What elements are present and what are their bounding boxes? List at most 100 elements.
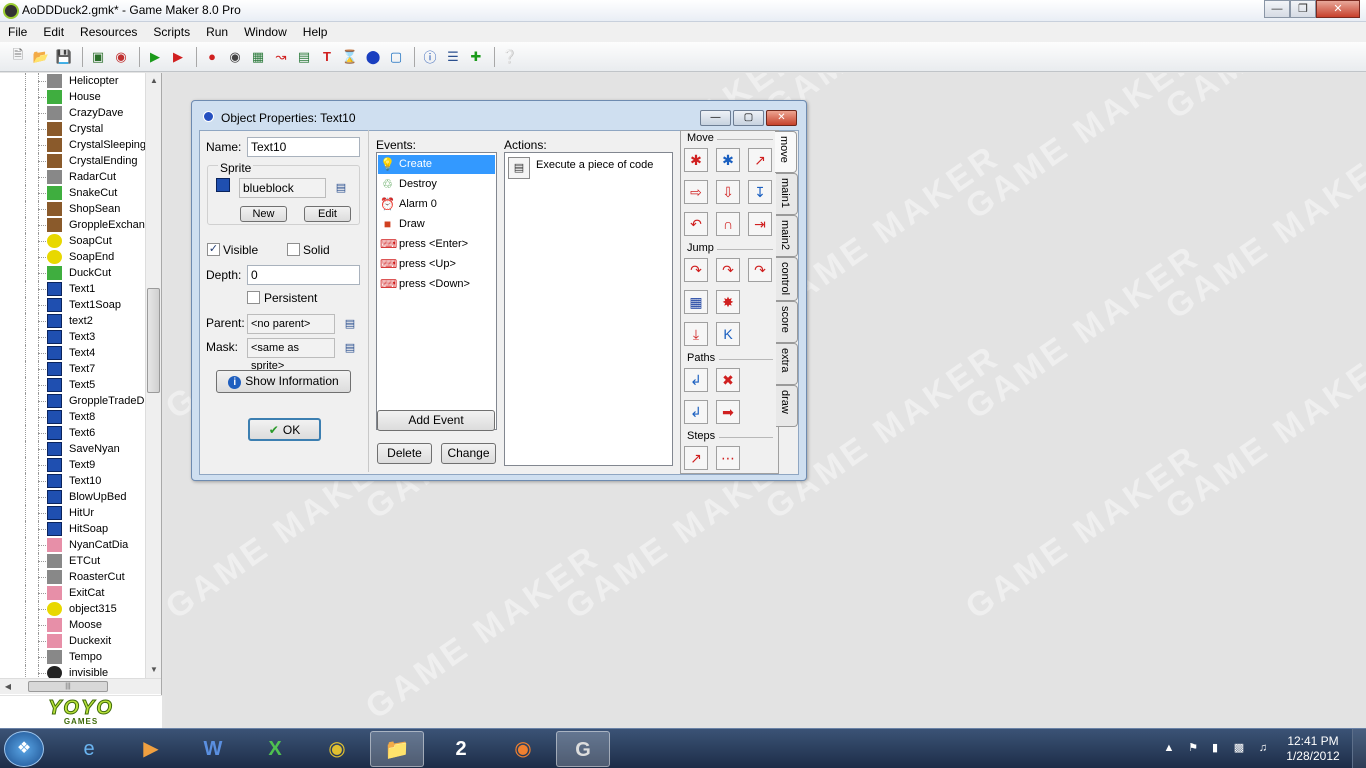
step-towards-icon[interactable]: ↗	[684, 446, 708, 470]
object-icon[interactable]: ⬤	[363, 47, 383, 67]
tree-item[interactable]: DuckCut	[0, 265, 145, 281]
tree-item[interactable]: SnakeCut	[0, 185, 145, 201]
tree-item[interactable]: Text8	[0, 409, 145, 425]
actions-list[interactable]: ▤ Execute a piece of code	[504, 152, 673, 466]
menu-scripts[interactable]: Scripts	[145, 22, 198, 42]
ok-button[interactable]: ✔ OK	[248, 418, 321, 441]
excel-icon[interactable]: X	[248, 731, 302, 767]
tree-item[interactable]: Crystal	[0, 121, 145, 137]
set-gravity-icon[interactable]: ↧	[748, 180, 772, 204]
tab-main2[interactable]: main2	[776, 215, 798, 257]
show-hidden-icons-icon[interactable]: ▲	[1162, 741, 1176, 755]
tree-scroll-thumb[interactable]	[147, 288, 160, 393]
mask-field[interactable]: <same as sprite>	[247, 338, 335, 372]
show-desktop-button[interactable]	[1352, 729, 1366, 768]
tree-item[interactable]: Text1	[0, 281, 145, 297]
help-icon[interactable]: ❔	[500, 47, 520, 67]
tree-item[interactable]: Text10	[0, 473, 145, 489]
tree-item[interactable]: text2	[0, 313, 145, 329]
tree-item[interactable]: HitSoap	[0, 521, 145, 537]
event-item[interactable]: 💡 Create	[378, 155, 495, 174]
add-event-button[interactable]: Add Event	[377, 410, 495, 431]
scroll-left-icon[interactable]: ◀	[0, 679, 16, 695]
game-maker-task-icon[interactable]: G	[556, 731, 610, 767]
sound-icon[interactable]: ◉	[225, 47, 245, 67]
tree-item[interactable]: Moose	[0, 617, 145, 633]
tree-hscroll-thumb[interactable]: |||	[28, 681, 108, 692]
background-icon[interactable]: ▦	[248, 47, 268, 67]
tree-item[interactable]: RadarCut	[0, 169, 145, 185]
tree-item[interactable]: Text4	[0, 345, 145, 361]
tree-item[interactable]: ETCut	[0, 553, 145, 569]
game-info-icon[interactable]: ⓘ	[420, 47, 440, 67]
move-free-icon[interactable]: ✱	[716, 148, 740, 172]
scroll-down-icon[interactable]: ▼	[146, 662, 161, 678]
event-item[interactable]: ■ Draw	[378, 215, 495, 234]
power-icon[interactable]: ▮	[1208, 741, 1222, 755]
edit-sprite-button[interactable]: Edit	[304, 206, 351, 222]
set-friction-icon[interactable]: ⇥	[748, 212, 772, 236]
script-icon[interactable]: ▤	[294, 47, 314, 67]
menu-run[interactable]: Run	[198, 22, 236, 42]
move-to-contact-icon[interactable]: ⤓	[684, 322, 708, 346]
tree-item[interactable]: Text9	[0, 457, 145, 473]
event-item[interactable]: ⌨ press <Enter>	[378, 235, 495, 254]
parent-field[interactable]: <no parent>	[247, 314, 335, 334]
network-icon[interactable]: ▩	[1232, 741, 1246, 755]
move-towards-icon[interactable]: ↗	[748, 148, 772, 172]
dialog-close-button[interactable]: ✕	[766, 110, 797, 126]
font-icon[interactable]: T	[317, 47, 337, 67]
tree-item[interactable]: Duckexit	[0, 633, 145, 649]
tab-draw[interactable]: draw	[776, 385, 798, 427]
step-avoiding-icon[interactable]: ⋯	[716, 446, 740, 470]
path-position-icon[interactable]: ↲	[684, 400, 708, 424]
room-icon[interactable]: ▢	[386, 47, 406, 67]
app-2x-icon[interactable]: 2	[434, 731, 488, 767]
timeline-icon[interactable]: ⌛	[340, 47, 360, 67]
align-to-grid-icon[interactable]: ▦	[684, 290, 708, 314]
show-information-button[interactable]: i Show Information	[216, 370, 351, 393]
event-item[interactable]: ⌨ press <Down>	[378, 275, 495, 294]
tree-item[interactable]: Text3	[0, 329, 145, 345]
jump-to-position-icon[interactable]: ↷	[684, 258, 708, 282]
tree-item[interactable]: Helicopter	[0, 73, 145, 89]
jump-to-random-icon[interactable]: ↷	[748, 258, 772, 282]
create-executable-icon[interactable]: ▣	[88, 47, 108, 67]
clock[interactable]: 12:41 PM 1/28/2012	[1278, 734, 1348, 764]
tree-item[interactable]: Text7	[0, 361, 145, 377]
sprite-menu-icon[interactable]: ▤	[333, 180, 349, 196]
tree-vertical-scrollbar[interactable]: ▲ ▼	[145, 73, 161, 678]
tree-item[interactable]: Text1Soap	[0, 297, 145, 313]
minimize-button[interactable]: —	[1264, 0, 1290, 18]
jump-to-start-icon[interactable]: ↷	[716, 258, 740, 282]
tree-item[interactable]: Text6	[0, 425, 145, 441]
menu-resources[interactable]: Resources	[72, 22, 145, 42]
tree-horizontal-scrollbar[interactable]: ◀ |||	[0, 678, 161, 694]
menu-help[interactable]: Help	[295, 22, 336, 42]
tree-item[interactable]: CrystalEnding	[0, 153, 145, 169]
end-path-icon[interactable]: ✖	[716, 368, 740, 392]
tree-item[interactable]: Tempo	[0, 649, 145, 665]
word-icon[interactable]: W	[186, 731, 240, 767]
tree-item[interactable]: SoapCut	[0, 233, 145, 249]
set-path-icon[interactable]: ↲	[684, 368, 708, 392]
reverse-horizontal-icon[interactable]: ↶	[684, 212, 708, 236]
solid-checkbox[interactable]	[287, 243, 300, 256]
new-file-icon[interactable]: 🗎	[8, 47, 28, 67]
internet-explorer-icon[interactable]: e	[62, 731, 116, 767]
events-list[interactable]: 💡 Create ♲ Destroy ⏰ Alarm 0 ■ Draw ⌨ press <Ente…	[376, 152, 497, 430]
dialog-maximize-button[interactable]: ▢	[733, 110, 764, 126]
sprite-icon[interactable]: ●	[202, 47, 222, 67]
speed-vertical-icon[interactable]: ⇩	[716, 180, 740, 204]
bounce-icon[interactable]: K	[716, 322, 740, 346]
path-icon[interactable]: ↝	[271, 47, 291, 67]
tree-item[interactable]: RoasterCut	[0, 569, 145, 585]
open-folder-icon[interactable]: 📂	[31, 47, 51, 67]
tree-item[interactable]: object315	[0, 601, 145, 617]
wrap-screen-icon[interactable]: ✸	[716, 290, 740, 314]
sprite-field[interactable]: blueblock	[239, 178, 326, 198]
path-speed-icon[interactable]: ➡	[716, 400, 740, 424]
mask-menu-icon[interactable]: ▤	[342, 340, 358, 356]
volume-icon[interactable]: ♫	[1256, 741, 1270, 755]
event-item[interactable]: ♲ Destroy	[378, 175, 495, 194]
